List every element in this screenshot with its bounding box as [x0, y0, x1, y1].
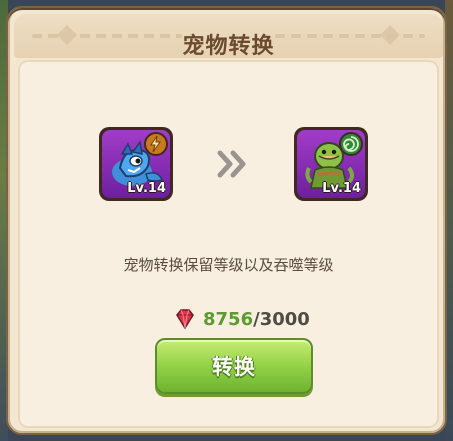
source-pet-card[interactable]: Lv.14 [99, 127, 173, 201]
target-pet-card[interactable]: Lv.14 [294, 127, 368, 201]
convert-description: 宠物转换保留等级以及吞噬等级 [123, 256, 334, 274]
dialog-title: 宠物转换 [182, 34, 275, 59]
double-chevron-right-icon [217, 150, 246, 178]
convert-button-label: 转换 [212, 355, 256, 379]
convert-button[interactable]: 转换 [155, 338, 313, 394]
cost-required: 3000 [259, 308, 310, 330]
ruby-gem-icon [176, 309, 194, 330]
wind-icon [339, 132, 363, 156]
target-pet-level: Lv.14 [322, 181, 361, 196]
target-pet-portrait: Lv.14 [297, 130, 365, 198]
dialog-title-bar: 宠物转换 [14, 14, 443, 59]
cost-current: 8756 [203, 308, 254, 330]
source-pet-portrait: Lv.14 [102, 130, 170, 198]
convert-panel: Lv.14 Lv.14 宠物转换保留等级以及吞噬等级 8756 / 3000 转… [18, 60, 439, 428]
pet-convert-dialog: 宠物转换 Lv.14 Lv.14 宠物转换保留等级以及吞噬等级 8756 / 3… [6, 6, 447, 435]
cost-row: 8756 / 3000 [173, 305, 310, 333]
cost-separator: / [253, 308, 260, 330]
source-pet-level: Lv.14 [127, 181, 166, 196]
lightning-icon [144, 132, 168, 156]
